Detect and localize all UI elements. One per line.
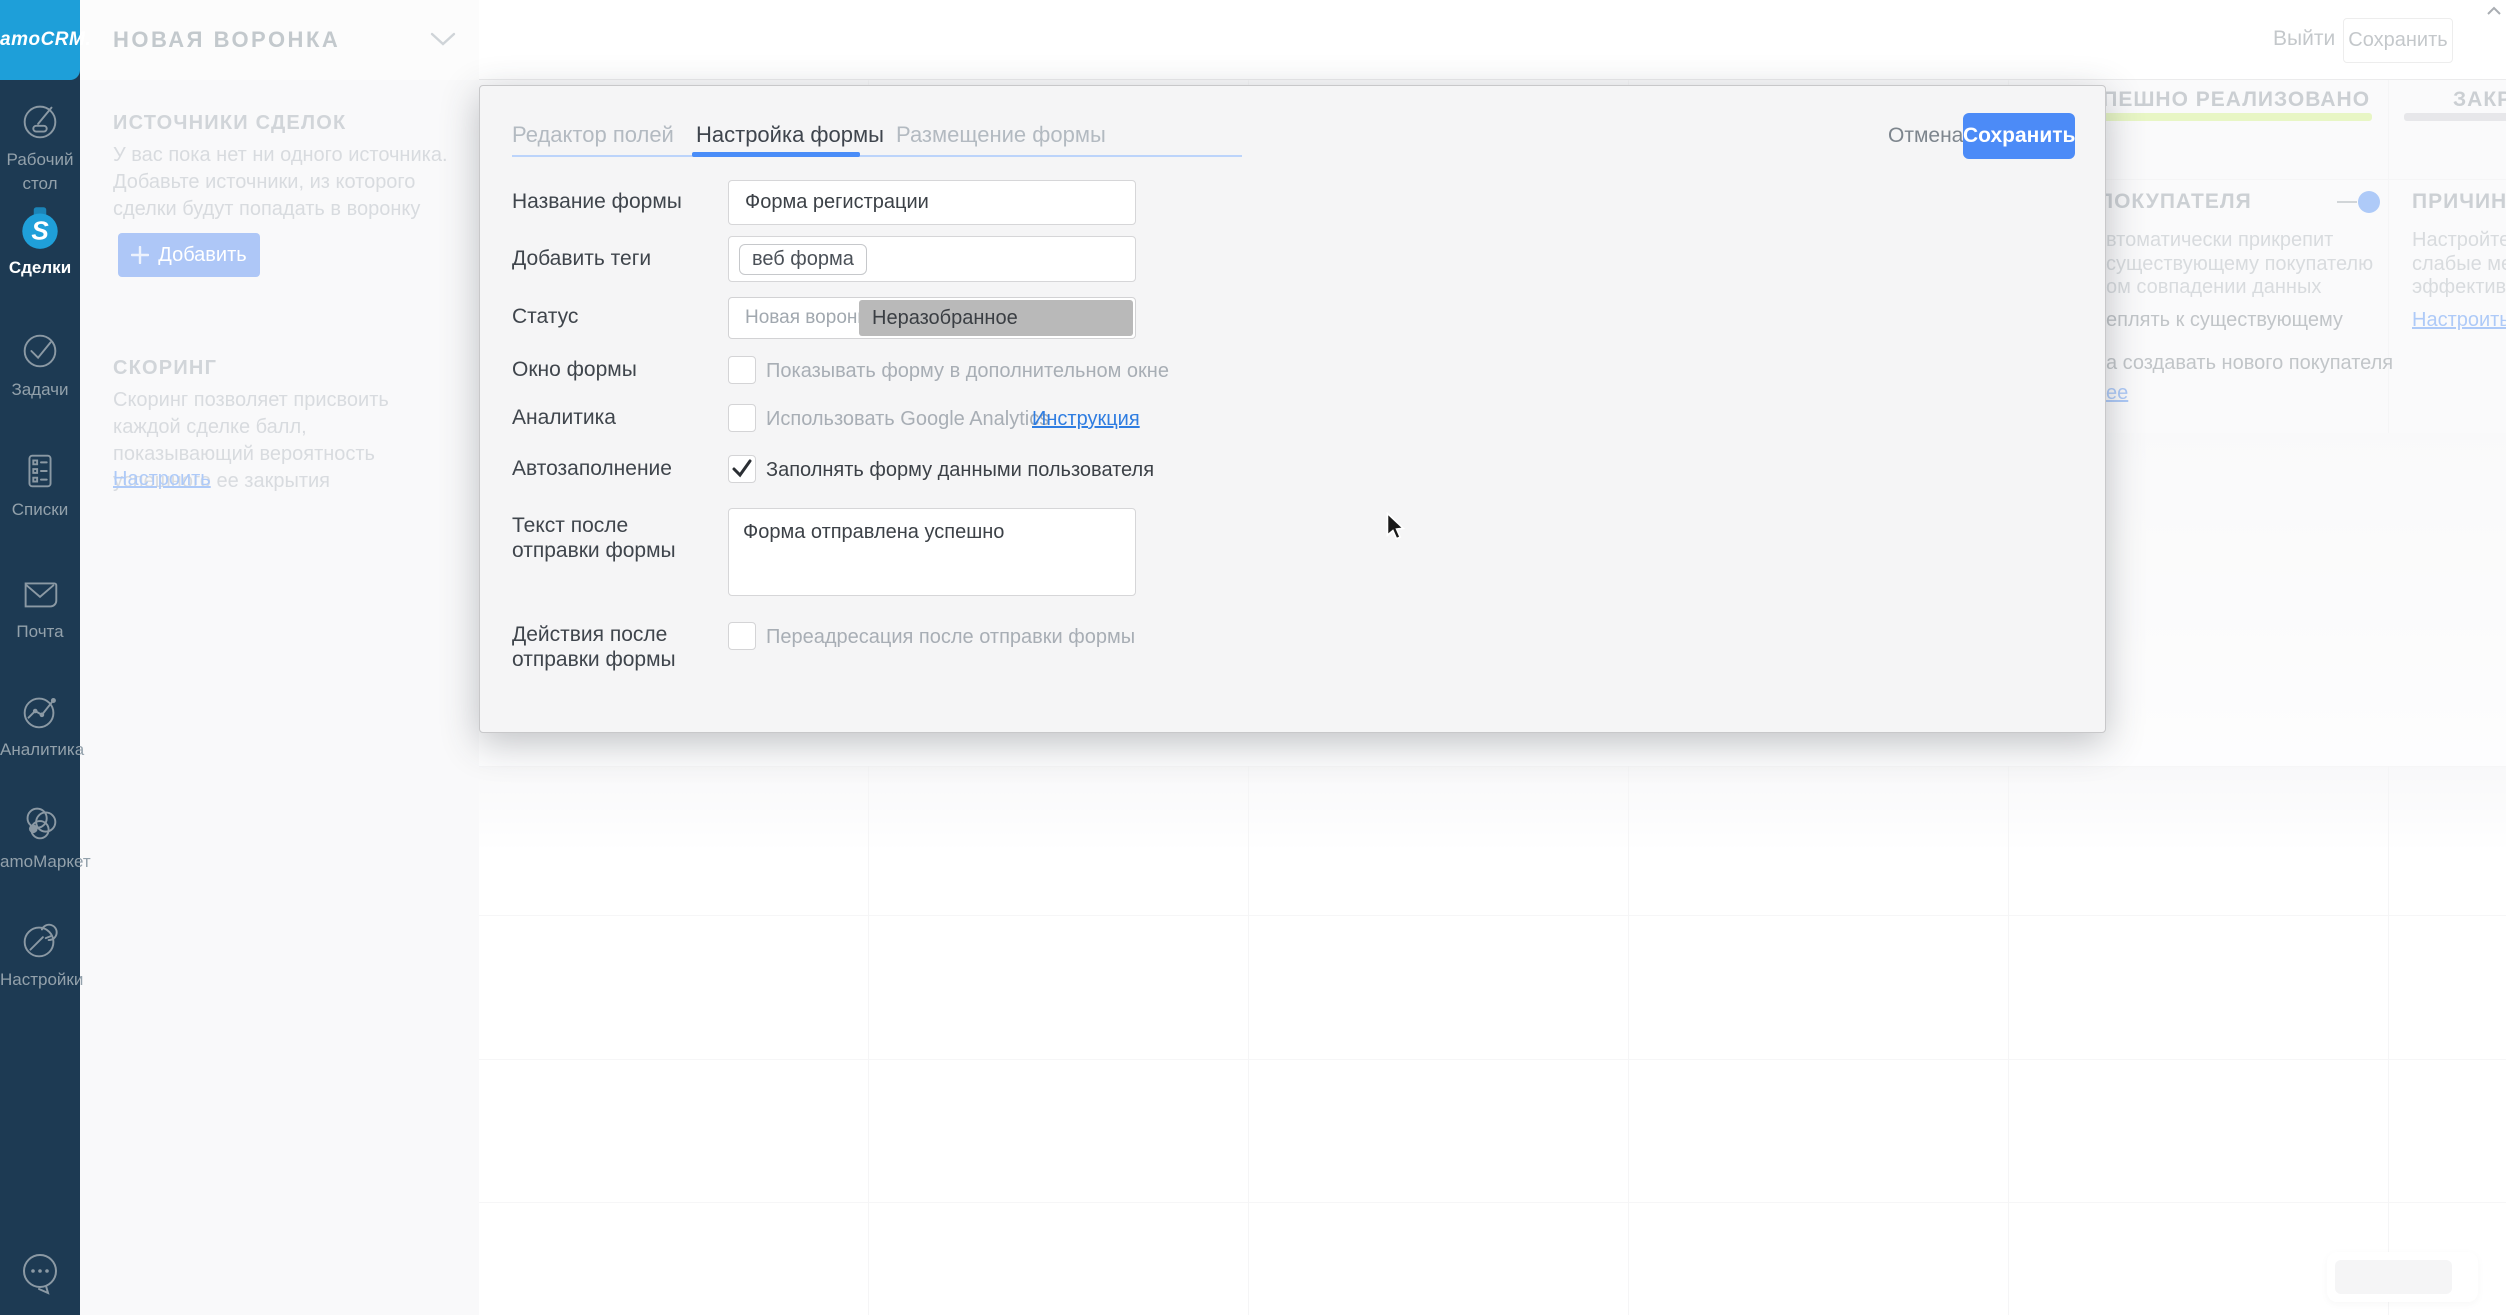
status-label: Статус [512, 304, 707, 329]
sidebar-item-label: Почта [0, 620, 80, 644]
tab-form-settings[interactable]: Настройка формы [696, 122, 884, 148]
tasks-icon [17, 328, 63, 374]
form-name-label: Название формы [512, 189, 707, 214]
form-name-input[interactable] [728, 180, 1136, 225]
market-icon [17, 800, 63, 846]
deals-icon: S [15, 202, 65, 252]
tag-chip[interactable]: веб форма [739, 244, 867, 275]
dashboard-icon [17, 98, 63, 144]
success-text-area[interactable]: Форма отправлена успешно [728, 508, 1136, 596]
analytics-icon [17, 688, 63, 734]
sidebar-item-market[interactable]: amoМаркет [0, 800, 80, 874]
form-window-checkbox[interactable] [728, 356, 756, 384]
sidebar-item-lists[interactable]: Списки [0, 448, 80, 522]
status-selector[interactable]: Новая воронка Неразобранное [728, 297, 1136, 339]
sidebar-item-deals[interactable]: S Сделки [0, 202, 80, 280]
sidebar-item-tasks[interactable]: Задачи [0, 328, 80, 402]
redirect-option[interactable]: Переадресация после отправки формы [766, 626, 1135, 649]
autofill-checkbox[interactable] [728, 455, 756, 483]
form-settings-modal: Редактор полей Настройка формы Размещени… [479, 85, 2106, 733]
tags-label: Добавить теги [512, 246, 707, 271]
success-text-label: Текст после отправки формы [512, 513, 707, 563]
scroll-up-icon[interactable] [2486, 6, 2502, 16]
sidebar-item-analytics[interactable]: Аналитика [0, 688, 80, 762]
analytics-label: Аналитика [512, 405, 707, 430]
svg-text:S: S [31, 216, 49, 246]
tab-baseline [512, 155, 1242, 157]
autofill-label: Автозаполнение [512, 456, 707, 481]
sidebar-item-label: Задачи [0, 378, 80, 402]
lists-icon [17, 448, 63, 494]
sidebar-item-label: Сделки [0, 256, 80, 280]
sidebar-item-label: Рабочий стол [0, 148, 80, 196]
sidebar-item-label: amoМаркет [0, 850, 80, 874]
analytics-instruction-link[interactable]: Инструкция [1032, 408, 1140, 431]
sidebar-item-settings[interactable]: Настройки [0, 918, 80, 992]
tab-field-editor[interactable]: Редактор полей [512, 122, 674, 148]
redirect-checkbox[interactable] [728, 622, 756, 650]
sidebar-item-mail[interactable]: Почта [0, 570, 80, 644]
form-window-option[interactable]: Показывать форму в дополнительном окне [766, 360, 1169, 383]
amocrm-logo[interactable]: amoCRM. [0, 0, 80, 80]
settings-icon [17, 918, 63, 964]
app-sidebar: amoCRM. Рабочий стол S Сделки Задачи Спи… [0, 0, 80, 1315]
form-window-label: Окно формы [512, 357, 707, 382]
analytics-checkbox[interactable] [728, 404, 756, 432]
tags-input[interactable]: веб форма [728, 236, 1136, 282]
mail-icon [17, 570, 63, 616]
checkmark-icon [730, 457, 754, 481]
save-button[interactable]: Сохранить [1963, 113, 2075, 159]
sidebar-item-label: Аналитика [0, 738, 80, 762]
support-chat-icon[interactable] [16, 1248, 64, 1296]
status-pipeline-value: Новая воронка [745, 298, 877, 338]
analytics-option[interactable]: Использовать Google Analytics [766, 408, 1049, 431]
cancel-button[interactable]: Отмена [1888, 124, 1963, 148]
autofill-option[interactable]: Заполнять форму данными пользователя [766, 459, 1154, 482]
sidebar-item-label: Настройки [0, 968, 80, 992]
active-tab-underline [692, 152, 860, 157]
sidebar-item-label: Списки [0, 498, 80, 522]
sidebar-item-dashboard[interactable]: Рабочий стол [0, 98, 80, 196]
actions-label: Действия после отправки формы [512, 622, 707, 672]
mouse-cursor [1385, 512, 1409, 542]
tab-form-placement[interactable]: Размещение формы [896, 122, 1106, 148]
status-stage-value: Неразобранное [859, 300, 1133, 336]
